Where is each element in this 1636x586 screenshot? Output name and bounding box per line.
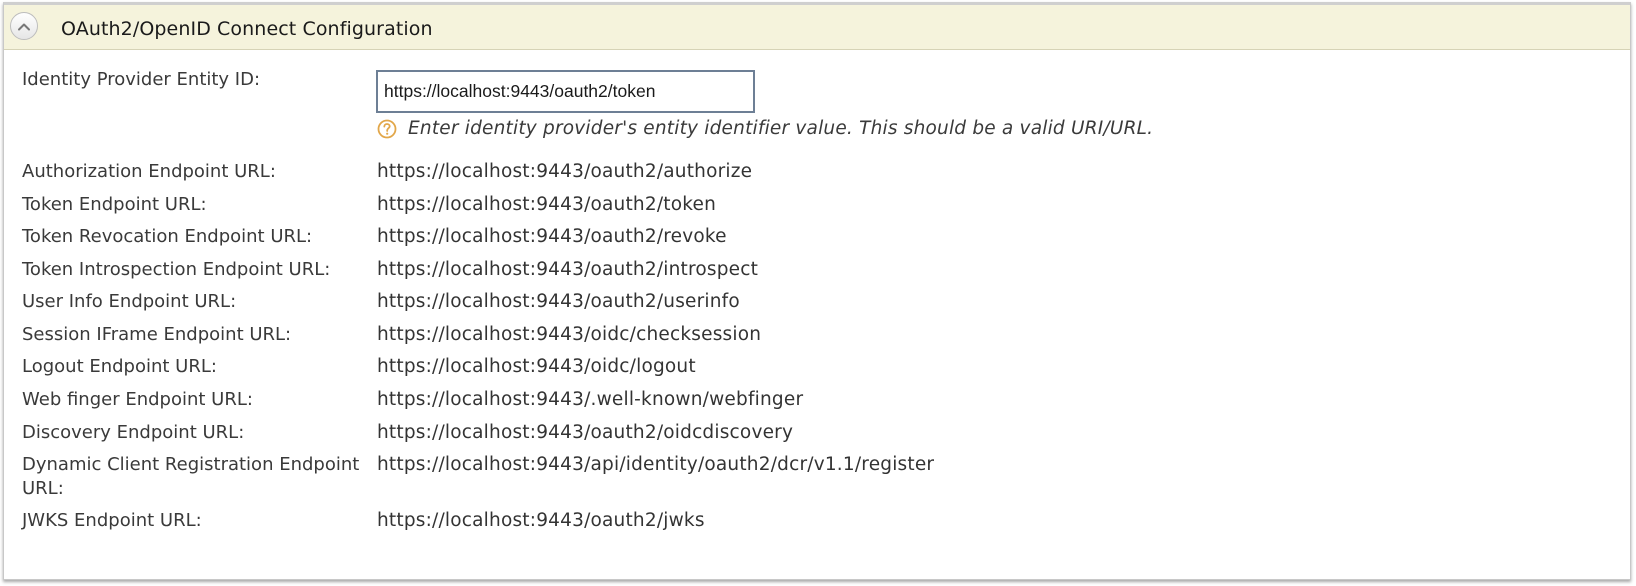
user-info-endpoint-value: https://localhost:9443/oauth2/userinfo <box>377 291 740 312</box>
jwks-endpoint-value: https://localhost:9443/oauth2/jwks <box>377 510 705 531</box>
jwks-endpoint-label: JWKS Endpoint URL: <box>22 510 202 531</box>
authorization-endpoint-label: Authorization Endpoint URL: <box>22 161 276 182</box>
entity-id-label: Identity Provider Entity ID: <box>22 69 261 90</box>
token-revocation-endpoint-value: https://localhost:9443/oauth2/revoke <box>377 226 727 247</box>
entity-id-help-text: Enter identity provider's entity identif… <box>408 118 1154 139</box>
user-info-endpoint-label: User Info Endpoint URL: <box>22 291 237 312</box>
logout-endpoint-value: https://localhost:9443/oidc/logout <box>377 356 696 377</box>
oauth-config-panel: OAuth2/OpenID Connect Configuration Iden… <box>3 2 1631 580</box>
entity-id-help: Enter identity provider's entity identif… <box>377 118 1153 139</box>
session-iframe-endpoint-label: Session IFrame Endpoint URL: <box>22 324 292 345</box>
token-endpoint-value: https://localhost:9443/oauth2/token <box>377 194 716 215</box>
token-revocation-endpoint-label: Token Revocation Endpoint URL: <box>22 226 313 247</box>
token-introspection-endpoint-label: Token Introspection Endpoint URL: <box>22 259 331 280</box>
token-introspection-endpoint-value: https://localhost:9443/oauth2/introspect <box>377 259 759 280</box>
webfinger-endpoint-value: https://localhost:9443/.well-known/webfi… <box>377 389 804 410</box>
panel-title: OAuth2/OpenID Connect Configuration <box>61 18 433 40</box>
token-endpoint-label: Token Endpoint URL: <box>22 194 207 215</box>
logout-endpoint-label: Logout Endpoint URL: <box>22 356 217 377</box>
session-iframe-endpoint-value: https://localhost:9443/oidc/checksession <box>377 324 762 345</box>
entity-id-input[interactable] <box>376 70 755 113</box>
panel-header[interactable]: OAuth2/OpenID Connect Configuration <box>4 5 1630 50</box>
question-icon <box>377 119 397 138</box>
dcr-endpoint-value: https://localhost:9443/api/identity/oaut… <box>377 454 935 475</box>
dcr-endpoint-label: Dynamic Client Registration Endpoint URL… <box>22 454 360 499</box>
discovery-endpoint-value: https://localhost:9443/oauth2/oidcdiscov… <box>377 422 794 443</box>
webfinger-endpoint-label: Web finger Endpoint URL: <box>22 389 253 410</box>
discovery-endpoint-label: Discovery Endpoint URL: <box>22 422 245 443</box>
authorization-endpoint-value: https://localhost:9443/oauth2/authorize <box>377 161 753 182</box>
chevron-up-icon[interactable] <box>10 12 38 40</box>
